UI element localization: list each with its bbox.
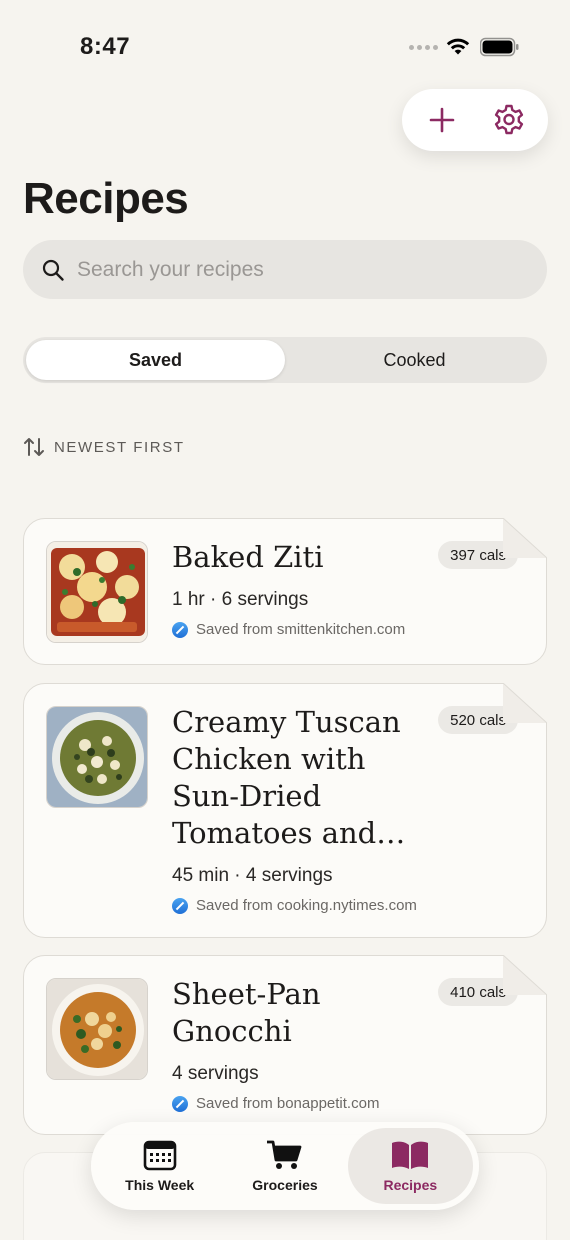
wifi-icon xyxy=(446,38,470,55)
sort-label: NEWEST FIRST xyxy=(54,438,185,456)
card-fold-decoration xyxy=(503,683,547,723)
card-fold-decoration xyxy=(503,955,547,995)
gear-icon xyxy=(494,104,523,135)
settings-button[interactable] xyxy=(484,95,534,145)
safari-icon xyxy=(172,1095,188,1112)
recipe-card[interactable]: Baked Ziti 397 cals 1 hr · 6 servings Sa… xyxy=(23,518,547,665)
bottom-tab-bar: This Week Groceries Recipes xyxy=(91,1122,479,1210)
calendar-icon xyxy=(143,1140,176,1171)
sort-arrows-icon xyxy=(24,438,44,456)
saved-cooked-segmented-control: Saved Cooked xyxy=(23,337,547,383)
cellular-signal-icon xyxy=(409,45,438,50)
recipe-title: Sheet-Pan Gnocchi xyxy=(172,977,321,1048)
recipe-title: Creamy Tuscan Chicken with Sun-Dried Tom… xyxy=(172,705,406,850)
recipe-source-text: Saved from cooking.nytimes.com xyxy=(196,897,417,914)
safari-icon xyxy=(172,621,188,638)
tab-groceries[interactable]: Groceries xyxy=(222,1128,347,1204)
tab-label: Groceries xyxy=(252,1177,318,1193)
segment-cooked[interactable]: Cooked xyxy=(285,340,544,380)
search-input[interactable] xyxy=(77,257,497,282)
status-time: 8:47 xyxy=(80,33,131,60)
battery-icon xyxy=(480,37,519,57)
recipe-thumbnail xyxy=(46,706,148,808)
search-bar[interactable] xyxy=(23,240,547,299)
safari-icon xyxy=(172,897,188,914)
book-icon xyxy=(392,1141,429,1169)
cart-icon xyxy=(266,1140,302,1169)
tab-this-week[interactable]: This Week xyxy=(97,1128,222,1204)
add-recipe-button[interactable] xyxy=(417,95,467,145)
plus-icon xyxy=(429,107,454,133)
header-actions xyxy=(402,89,548,151)
sort-control[interactable]: NEWEST FIRST xyxy=(23,436,185,458)
recipe-source-text: Saved from bonappetit.com xyxy=(196,1095,380,1112)
recipe-source: Saved from smittenkitchen.com xyxy=(172,621,405,638)
recipe-title: Baked Ziti xyxy=(172,540,324,574)
page-title: Recipes xyxy=(23,174,189,223)
recipe-source-text: Saved from smittenkitchen.com xyxy=(196,621,406,638)
recipe-meta: 45 min · 4 servings xyxy=(172,865,333,886)
tab-recipes[interactable]: Recipes xyxy=(347,1128,473,1204)
recipe-meta: 1 hr · 6 servings xyxy=(172,589,309,610)
tab-label: This Week xyxy=(125,1177,195,1193)
recipe-source: Saved from bonappetit.com xyxy=(172,1095,379,1112)
recipe-thumbnail xyxy=(46,978,148,1080)
status-bar: 8:47 xyxy=(0,0,570,80)
recipe-card[interactable]: Sheet-Pan Gnocchi 410 cals 4 servings Sa… xyxy=(23,955,547,1135)
recipe-source: Saved from cooking.nytimes.com xyxy=(172,897,417,914)
tab-label: Recipes xyxy=(383,1177,438,1193)
recipe-card[interactable]: Creamy Tuscan Chicken with Sun-Dried Tom… xyxy=(23,683,547,938)
search-icon xyxy=(42,259,64,281)
card-fold-decoration xyxy=(503,518,547,558)
recipe-thumbnail xyxy=(46,541,148,643)
segment-saved[interactable]: Saved xyxy=(26,340,285,380)
recipe-meta: 4 servings xyxy=(172,1063,259,1084)
